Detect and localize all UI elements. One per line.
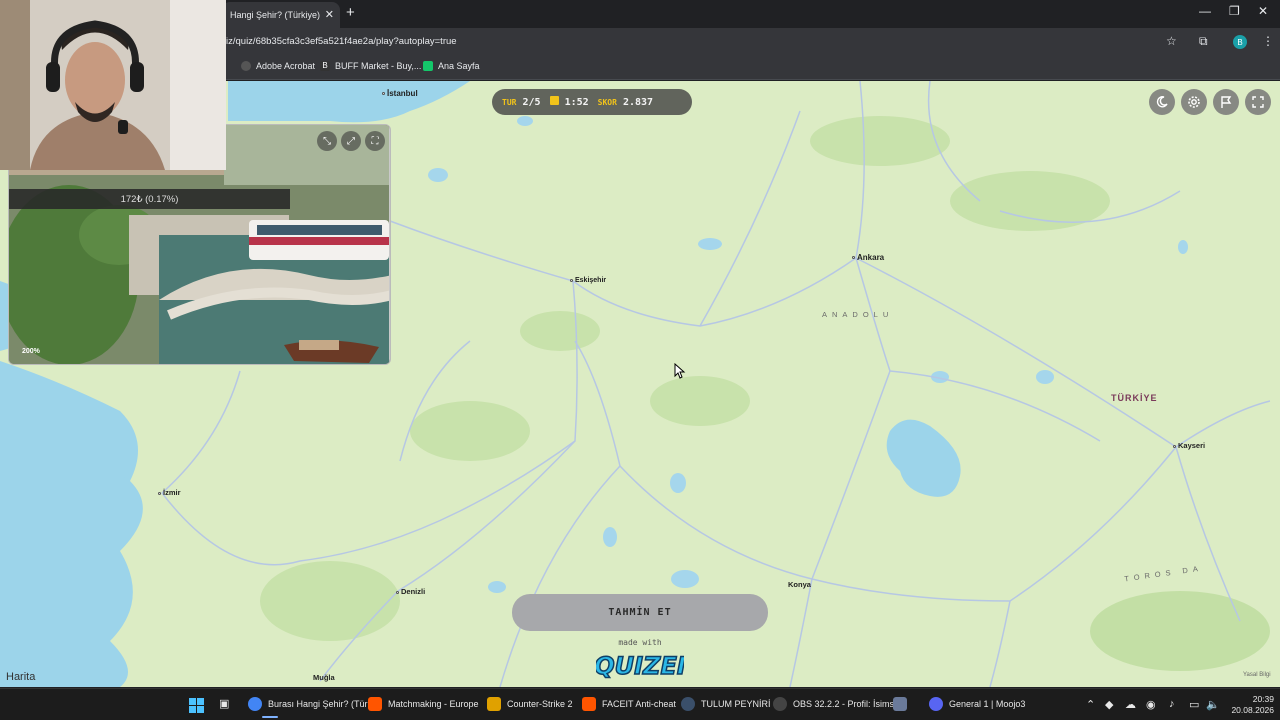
windows-start-icon[interactable]: [189, 698, 204, 713]
city-denizli: Denizli: [396, 587, 425, 596]
gear-icon: [1188, 96, 1200, 108]
city-kayseri: Kayseri: [1173, 441, 1205, 450]
discord-icon: [929, 697, 943, 711]
city-mugla: Muğla: [313, 673, 335, 682]
minimize-icon[interactable]: —: [1199, 4, 1211, 18]
taskbar-item-matchmaking[interactable]: Matchmaking - Europe: [368, 697, 479, 711]
clock[interactable]: 20:39 20.08.2026: [1210, 694, 1274, 716]
buff-icon: B: [320, 61, 330, 71]
round-indicator: TUR 2/5: [502, 96, 541, 108]
windows-taskbar: ▣ Burası Hangi Şehir? (Tür Matchmaking -…: [0, 688, 1280, 720]
cs2-icon: [487, 697, 501, 711]
bookmark-adobe[interactable]: Adobe Acrobat: [241, 61, 315, 71]
profile-avatar[interactable]: B: [1233, 35, 1247, 49]
zoom-level: 200%: [22, 348, 40, 355]
maximize-panel-icon[interactable]: ⛶: [365, 131, 385, 151]
game-hud: TUR 2/5 1:52 SKOR 2.837: [492, 89, 692, 115]
city-istanbul: İstanbul: [382, 89, 418, 98]
report-button[interactable]: [1213, 89, 1239, 115]
app-icon: [893, 697, 907, 711]
logo-text: QUIZEI: [596, 652, 684, 680]
taskbar-item-steam[interactable]: TULUM PEYNİRİ: [681, 697, 771, 711]
fullscreen-icon: [1252, 96, 1264, 108]
obs-icon: [773, 697, 787, 711]
mouse-cursor-icon: [674, 363, 686, 379]
score: SKOR 2.837: [597, 96, 654, 108]
dark-mode-button[interactable]: [1149, 89, 1175, 115]
quizei-logo[interactable]: QUIZEI: [596, 648, 684, 682]
city-konya: Konya: [788, 580, 811, 589]
tray-overflow-icon[interactable]: ⌃: [1086, 698, 1095, 711]
taskbar-item-discord[interactable]: General 1 | Moojo3: [929, 697, 1025, 711]
city-eskisehir: Eskişehir: [570, 277, 606, 284]
taskbar-item-anticheat[interactable]: FACEIT Anti-cheat: [582, 697, 676, 711]
anticheat-icon: [582, 697, 596, 711]
country-label: TÜRKİYE: [1111, 393, 1158, 403]
menu-icon[interactable]: ⋮: [1262, 34, 1274, 48]
taskbar-item-cs2[interactable]: Counter-Strike 2: [487, 697, 573, 711]
new-tab-icon[interactable]: +: [346, 4, 355, 21]
close-window-icon[interactable]: ✕: [1258, 4, 1268, 18]
maximize-icon[interactable]: ❐: [1229, 4, 1240, 18]
chrome-icon: [248, 697, 262, 711]
bookmark-ana-sayfa[interactable]: Ana Sayfa: [423, 61, 480, 71]
city-ankara: Ankara: [852, 253, 884, 262]
progress-overlay: 172₺ (0.17%): [9, 189, 290, 209]
tab-title: Hangi Şehir? (Türkiye) - Q: [230, 10, 320, 20]
taskbar-item-obs[interactable]: OBS 32.2.2 - Profil: İsims: [773, 697, 894, 711]
moon-icon: [1156, 96, 1168, 108]
clock-time: 20:39: [1252, 694, 1274, 704]
city-izmir: İzmir: [158, 488, 181, 497]
bookmark-label: BUFF Market - Buy,...: [335, 61, 422, 71]
bookmark-label: Ana Sayfa: [438, 61, 480, 71]
timer: 1:52: [549, 96, 589, 108]
tray-cloud-icon[interactable]: ☁: [1125, 698, 1136, 711]
legal-link[interactable]: Yasal Bilgi: [1243, 672, 1271, 678]
tray-browser-icon[interactable]: ◉: [1146, 698, 1156, 711]
extensions-icon[interactable]: ⧉: [1199, 34, 1208, 49]
taskbar-item-app[interactable]: [893, 697, 907, 711]
settings-button[interactable]: [1181, 89, 1207, 115]
screen: Hangi Şehir? (Türkiye) - Q ✕ + — ❐ ✕ iz/…: [0, 0, 1280, 720]
flag-icon: [1221, 96, 1232, 108]
faceit-icon: [368, 697, 382, 711]
fullscreen-button[interactable]: [1245, 89, 1271, 115]
task-view-icon[interactable]: ▣: [219, 697, 229, 710]
ana-sayfa-icon: [423, 61, 433, 71]
streamer-webcam-image: [0, 0, 226, 170]
guess-button[interactable]: TAHMİN ET: [512, 594, 768, 631]
bookmark-buff[interactable]: B BUFF Market - Buy,...: [320, 61, 421, 71]
microphone-icon[interactable]: ♪: [1169, 698, 1175, 710]
map-attribution[interactable]: Harita: [6, 671, 35, 683]
url-text[interactable]: iz/quiz/68b35cfa3c3ef5a521f4ae2a/play?au…: [226, 36, 457, 47]
region-label-anadolu: ANADOLU: [822, 310, 894, 319]
tray-app-icon[interactable]: ◆: [1105, 698, 1113, 711]
star-icon[interactable]: ☆: [1166, 34, 1177, 48]
taskbar-item-browser[interactable]: Burası Hangi Şehir? (Tür: [248, 697, 368, 718]
expand-icon[interactable]: ⤢: [341, 131, 361, 151]
webcam-overlay: [0, 0, 226, 170]
shrink-icon[interactable]: ⤡: [317, 131, 337, 151]
adobe-icon: [241, 61, 251, 71]
bookmark-label: Adobe Acrobat: [256, 61, 316, 71]
made-with-label: made with: [618, 638, 662, 647]
tab-close-icon[interactable]: ✕: [325, 8, 334, 21]
steam-icon: [681, 697, 695, 711]
clock-date: 20.08.2026: [1231, 705, 1274, 715]
browser-tab[interactable]: Hangi Şehir? (Türkiye) - Q ✕: [222, 2, 340, 28]
timer-icon: [549, 96, 559, 105]
network-icon[interactable]: ▭: [1189, 698, 1199, 711]
